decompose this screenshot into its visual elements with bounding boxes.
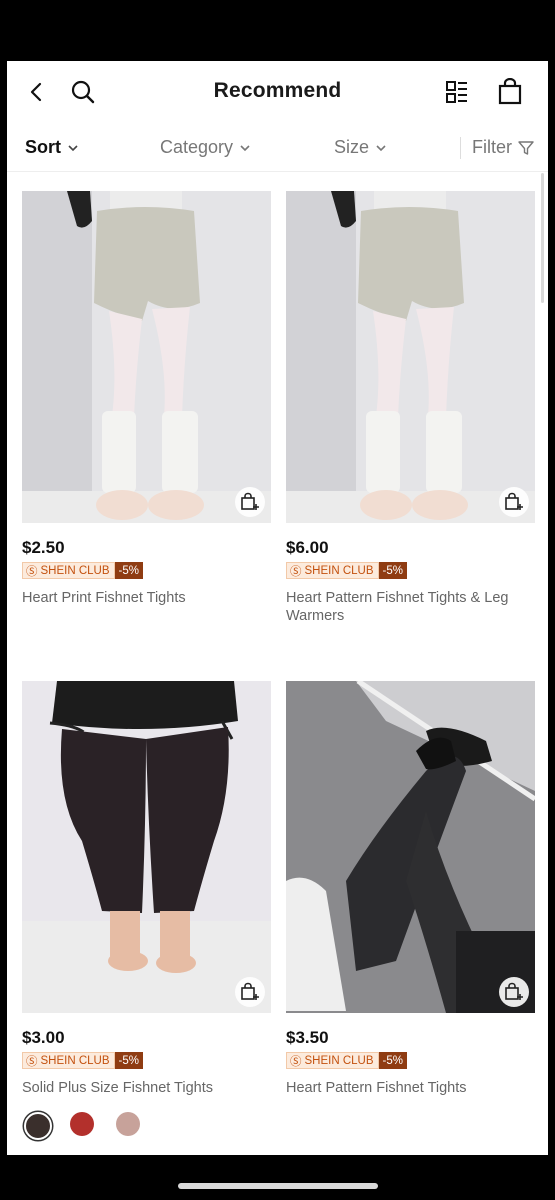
club-badge: Ⓢ SHEIN CLUB -5% xyxy=(286,1052,407,1069)
color-swatch-brown[interactable] xyxy=(24,1112,52,1140)
filter-label: Filter xyxy=(472,137,512,157)
add-to-bag-icon xyxy=(505,492,523,510)
add-to-cart-button[interactable] xyxy=(499,487,529,517)
club-label: SHEIN CLUB xyxy=(304,1054,374,1067)
category-dropdown[interactable]: Category xyxy=(160,137,251,158)
add-to-cart-button[interactable] xyxy=(499,977,529,1007)
club-icon: Ⓢ xyxy=(26,1055,38,1068)
club-badge: Ⓢ SHEIN CLUB -5% xyxy=(22,1052,143,1069)
scrollbar[interactable] xyxy=(541,173,544,303)
club-badge: Ⓢ SHEIN CLUB -5% xyxy=(286,562,407,579)
grid-list-icon xyxy=(446,81,467,103)
product-price: $2.50 xyxy=(22,538,65,557)
club-label: SHEIN CLUB xyxy=(304,564,374,577)
product-price: $6.00 xyxy=(286,538,329,557)
product-name[interactable]: Solid Plus Size Fishnet Tights xyxy=(22,1079,272,1097)
club-label: SHEIN CLUB xyxy=(40,1054,110,1067)
club-icon: Ⓢ xyxy=(26,565,38,578)
discount-badge: -5% xyxy=(378,562,407,579)
add-to-bag-icon xyxy=(241,492,259,510)
home-indicator[interactable] xyxy=(178,1183,378,1189)
filter-bar: Sort Category Size Filter xyxy=(7,131,548,172)
product-name[interactable]: Heart Print Fishnet Tights xyxy=(22,589,272,607)
add-to-bag-icon xyxy=(505,982,523,1000)
product-photo-graphic xyxy=(286,681,535,1013)
discount-badge: -5% xyxy=(114,1052,143,1069)
add-to-bag-icon xyxy=(241,982,259,1000)
sort-dropdown[interactable]: Sort xyxy=(25,137,79,158)
club-icon: Ⓢ xyxy=(290,565,302,578)
product-image[interactable] xyxy=(286,191,535,523)
club-icon: Ⓢ xyxy=(290,1055,302,1068)
chevron-down-icon xyxy=(240,144,250,151)
discount-badge: -5% xyxy=(114,562,143,579)
discount-badge: -5% xyxy=(378,1052,407,1069)
app-screen: Recommend Sort Category Size Filter $2.5… xyxy=(7,61,548,1155)
product-price: $3.50 xyxy=(286,1028,329,1047)
club-label: SHEIN CLUB xyxy=(40,564,110,577)
filter-divider xyxy=(460,137,461,159)
sort-label: Sort xyxy=(25,137,61,157)
add-to-cart-button[interactable] xyxy=(235,487,265,517)
product-price: $3.00 xyxy=(22,1028,65,1047)
product-image[interactable] xyxy=(22,191,271,523)
product-name[interactable]: Heart Pattern Fishnet Tights xyxy=(286,1079,536,1097)
product-image[interactable] xyxy=(22,681,271,1013)
color-swatch-nude[interactable] xyxy=(116,1112,140,1136)
view-toggle-button[interactable] xyxy=(441,76,473,108)
product-photo-graphic xyxy=(22,681,271,1013)
funnel-icon xyxy=(518,140,534,155)
product-photo-graphic xyxy=(286,191,535,523)
product-name[interactable]: Heart Pattern Fishnet Tights & Leg Warme… xyxy=(286,589,536,625)
shopping-bag-icon xyxy=(498,78,522,105)
chevron-down-icon xyxy=(68,144,78,151)
add-to-cart-button[interactable] xyxy=(235,977,265,1007)
filter-button[interactable]: Filter xyxy=(472,137,534,158)
category-label: Category xyxy=(160,137,234,157)
club-badge: Ⓢ SHEIN CLUB -5% xyxy=(22,562,143,579)
top-header: Recommend xyxy=(7,61,548,123)
chevron-down-icon xyxy=(376,144,386,151)
color-swatch-red[interactable] xyxy=(70,1112,94,1136)
size-label: Size xyxy=(334,137,370,157)
size-dropdown[interactable]: Size xyxy=(334,137,387,158)
product-photo-graphic xyxy=(22,191,271,523)
shopping-bag-button[interactable] xyxy=(494,76,526,108)
product-image[interactable] xyxy=(286,681,535,1013)
